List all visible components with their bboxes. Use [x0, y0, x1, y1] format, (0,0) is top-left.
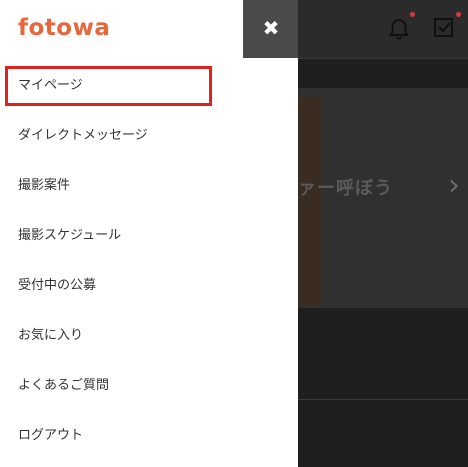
chevron-right-icon[interactable]: › [448, 168, 460, 203]
side-drawer: マイページ ダイレクトメッセージ 撮影案件 撮影スケジュール 受付中の公募 お気… [0, 58, 298, 467]
menu-item-label: よくあるご質問 [18, 378, 110, 393]
menu-item-label: お気に入り [18, 328, 84, 343]
menu-item-shooting-projects[interactable]: 撮影案件 [0, 158, 298, 208]
fotowa-logo[interactable]: fotowa [18, 15, 110, 41]
menu-item-open-recruitments[interactable]: 受付中の公募 [0, 258, 298, 308]
highlight-box [5, 66, 212, 106]
menu-item-logout[interactable]: ログアウト [0, 408, 298, 458]
menu-item-direct-message[interactable]: ダイレクトメッセージ [0, 108, 298, 158]
menu-item-label: ログアウト [18, 428, 84, 443]
divider [298, 399, 468, 400]
menu-item-label: 撮影案件 [18, 178, 71, 193]
menu-item-label: 撮影スケジュール [18, 228, 122, 243]
menu-item-faq[interactable]: よくあるご質問 [0, 358, 298, 408]
drawer-header: fotowa [0, 0, 243, 58]
menu-item-label: 受付中の公募 [18, 278, 97, 293]
task-badge [456, 12, 461, 17]
menu-item-shooting-schedule[interactable]: 撮影スケジュール [0, 208, 298, 258]
close-icon[interactable]: ✖ [262, 18, 280, 38]
checkbox-icon[interactable] [433, 16, 455, 38]
notification-badge [410, 12, 415, 17]
menu-item-favorites[interactable]: お気に入り [0, 308, 298, 358]
bell-icon[interactable] [386, 16, 412, 42]
hero-text: ァー呼ぼう [298, 178, 393, 199]
menu-item-label: ダイレクトメッセージ [18, 128, 148, 143]
